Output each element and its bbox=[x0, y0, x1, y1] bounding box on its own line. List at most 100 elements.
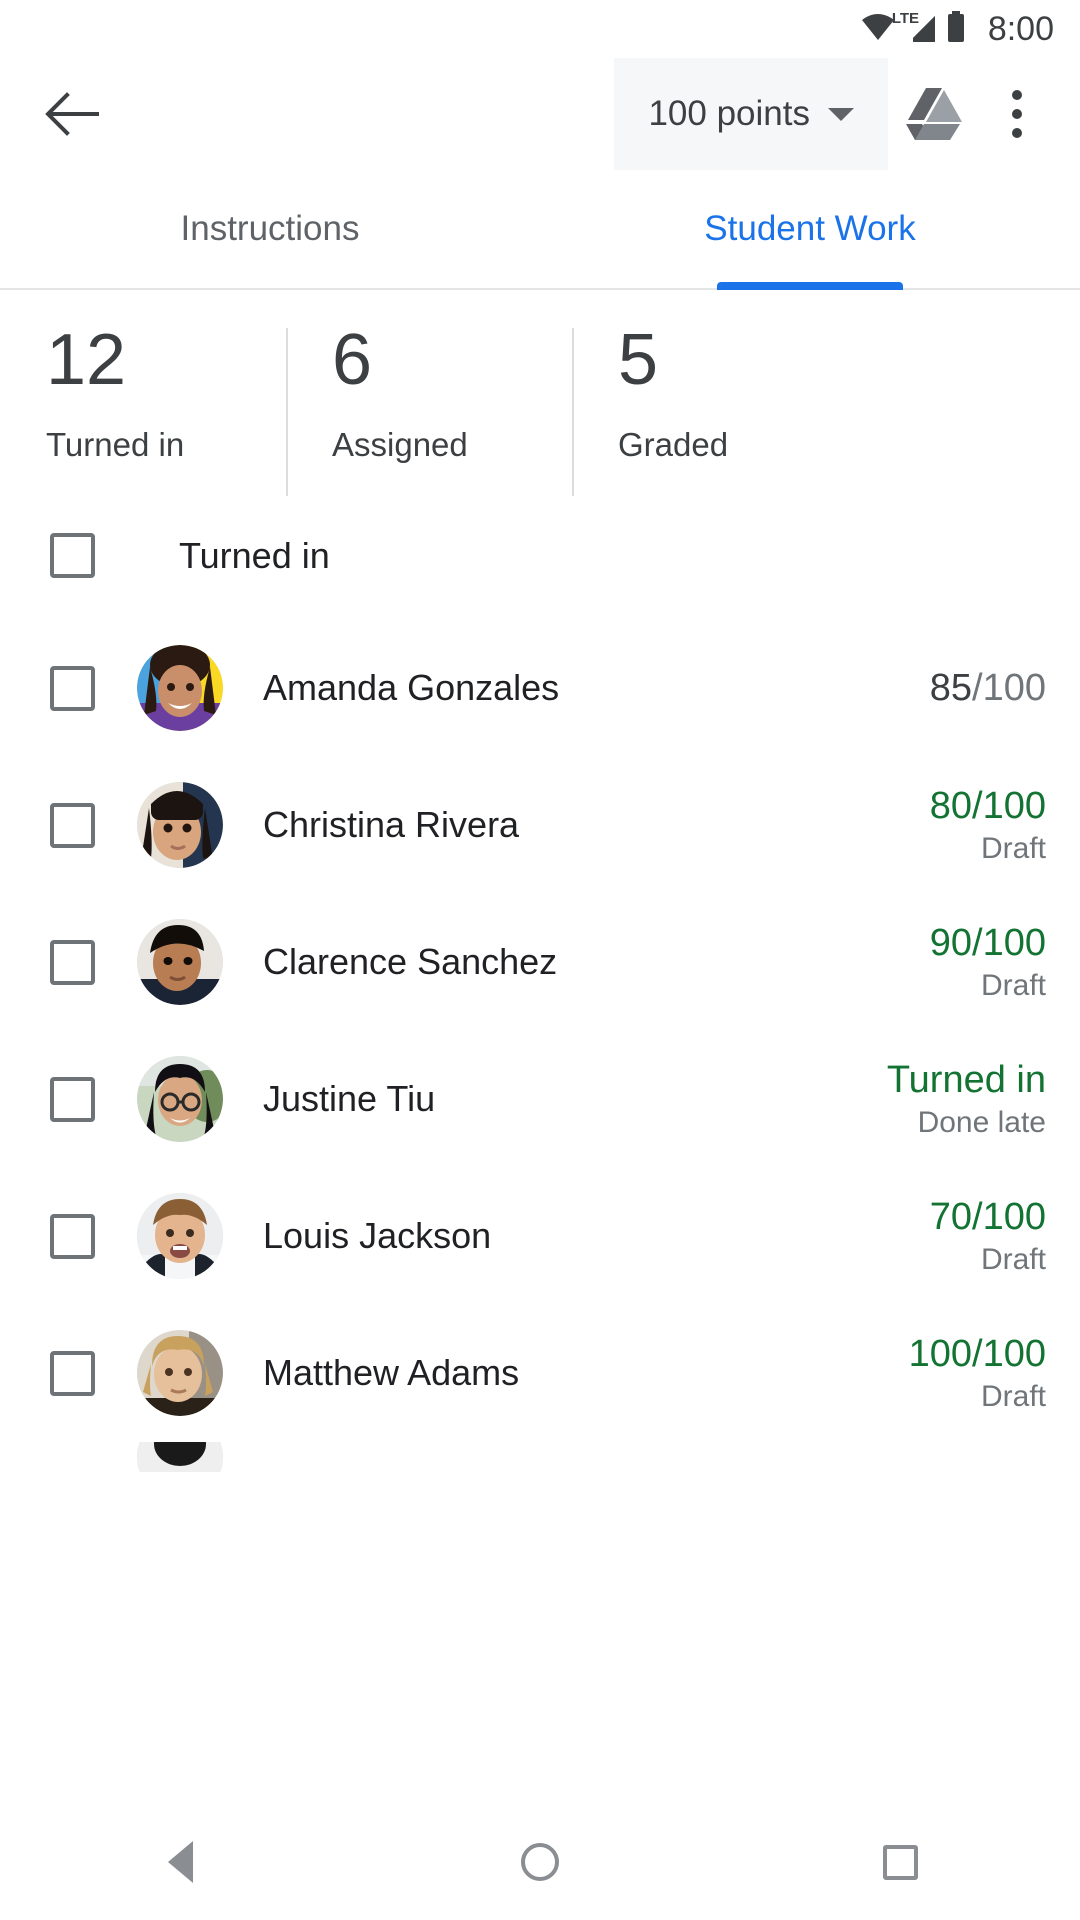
chevron-down-icon bbox=[828, 107, 854, 121]
grade-score: 70 bbox=[929, 1196, 973, 1239]
grade-value: 100/100 bbox=[909, 1333, 1046, 1376]
table-row[interactable] bbox=[0, 1441, 1080, 1472]
table-row[interactable]: Louis Jackson 70/100 Draft bbox=[0, 1168, 1080, 1305]
table-row[interactable]: Christina Rivera 80/100 Draft bbox=[0, 757, 1080, 894]
grade-status-sub: Draft bbox=[980, 968, 1046, 1002]
stat-turned-in-count: 12 bbox=[46, 320, 127, 400]
overflow-dot-icon bbox=[1012, 90, 1022, 100]
select-all-checkbox[interactable] bbox=[50, 533, 95, 579]
nav-home-button[interactable] bbox=[460, 1804, 620, 1920]
student-name: Justine Tiu bbox=[263, 1078, 436, 1120]
app-toolbar: 100 points bbox=[0, 58, 1080, 170]
grade-block[interactable]: 80/100 Draft bbox=[930, 785, 1046, 865]
section-header-turned-in[interactable]: Turned in bbox=[0, 492, 1080, 620]
avatar bbox=[137, 919, 223, 1006]
tab-instructions-label: Instructions bbox=[180, 209, 360, 248]
recents-square-icon bbox=[882, 1844, 918, 1880]
google-drive-button[interactable] bbox=[888, 68, 980, 160]
avatar bbox=[137, 1193, 223, 1280]
avatar bbox=[137, 782, 223, 869]
student-name: Clarence Sanchez bbox=[263, 941, 558, 983]
grade-score: 90 bbox=[929, 922, 973, 965]
student-name: Louis Jackson bbox=[263, 1215, 492, 1257]
overflow-menu-button[interactable] bbox=[980, 68, 1054, 160]
stat-graded-label: Graded bbox=[618, 425, 729, 463]
stat-divider bbox=[572, 328, 574, 496]
system-navigation-bar bbox=[0, 1804, 1080, 1920]
grade-denominator: /100 bbox=[972, 1196, 1046, 1239]
points-value: 100 points bbox=[648, 94, 810, 133]
table-row[interactable]: Matthew Adams 100/100 Draft bbox=[0, 1305, 1080, 1442]
stat-graded-count: 5 bbox=[618, 320, 659, 400]
grade-value: 70/100 bbox=[930, 1196, 1046, 1239]
status-bar-clock: 8:00 bbox=[987, 10, 1054, 48]
grade-denominator: /100 bbox=[972, 922, 1046, 965]
student-select-checkbox[interactable] bbox=[50, 802, 95, 848]
avatar bbox=[137, 1056, 223, 1143]
student-name: Christina Rivera bbox=[263, 804, 520, 846]
grade-score: 85 bbox=[929, 666, 973, 709]
grade-denominator: /100 bbox=[972, 1333, 1046, 1376]
tab-instructions[interactable]: Instructions bbox=[0, 170, 540, 288]
wifi-icon bbox=[860, 13, 896, 46]
avatar bbox=[137, 645, 223, 732]
grade-block[interactable]: 90/100 Draft bbox=[930, 922, 1046, 1002]
grade-denominator: /100 bbox=[972, 666, 1046, 709]
table-row[interactable]: Clarence Sanchez 90/100 Draft bbox=[0, 894, 1080, 1031]
table-row[interactable]: Justine Tiu Turned in Done late bbox=[0, 1031, 1080, 1168]
cellular-signal-icon: LTE bbox=[892, 11, 937, 44]
status-bar: LTE 8:00 bbox=[0, 0, 1080, 58]
stat-assigned-count: 6 bbox=[332, 320, 373, 400]
grade-value: 85/100 bbox=[930, 667, 1046, 710]
grade-status-sub: Draft bbox=[980, 831, 1046, 865]
tab-bar: Instructions Student Work bbox=[0, 170, 1080, 290]
active-tab-indicator bbox=[717, 282, 903, 290]
drive-icon bbox=[906, 88, 962, 140]
student-work-list: Amanda Gonzales 85/100 Christina Rivera … bbox=[0, 620, 1080, 1804]
stat-divider bbox=[286, 328, 288, 496]
student-select-checkbox[interactable] bbox=[50, 665, 95, 711]
status-icon-group: LTE bbox=[860, 10, 966, 48]
student-select-checkbox[interactable] bbox=[50, 1213, 95, 1259]
grade-block[interactable]: 85/100 bbox=[930, 667, 1046, 710]
stat-turned-in-label: Turned in bbox=[46, 425, 185, 463]
grade-block[interactable]: 100/100 Draft bbox=[909, 1333, 1046, 1413]
grade-value: 90/100 bbox=[930, 922, 1046, 965]
grade-status-sub: Draft bbox=[980, 1242, 1046, 1276]
grade-value: 80/100 bbox=[930, 785, 1046, 828]
back-button[interactable] bbox=[34, 75, 112, 153]
student-select-checkbox[interactable] bbox=[50, 1350, 95, 1396]
grade-block[interactable]: Turned in Done late bbox=[887, 1059, 1046, 1139]
stat-graded[interactable]: 5 Graded bbox=[572, 320, 858, 496]
student-name: Matthew Adams bbox=[263, 1352, 520, 1394]
grade-denominator: /100 bbox=[972, 785, 1046, 828]
table-row[interactable]: Amanda Gonzales 85/100 bbox=[0, 620, 1080, 757]
grade-status-sub: Draft bbox=[980, 1379, 1046, 1413]
nav-recents-button[interactable] bbox=[820, 1804, 980, 1920]
grade-status-sub: Done late bbox=[917, 1105, 1046, 1139]
back-triangle-icon bbox=[167, 1841, 193, 1883]
grade-score: Turned in bbox=[886, 1059, 1046, 1102]
stat-assigned[interactable]: 6 Assigned bbox=[286, 320, 572, 496]
avatar bbox=[137, 1330, 223, 1417]
overflow-dot-icon bbox=[1012, 128, 1022, 138]
summary-stats: 12 Turned in 6 Assigned 5 Graded bbox=[0, 290, 1080, 496]
battery-icon bbox=[946, 10, 966, 48]
points-selector[interactable]: 100 points bbox=[614, 58, 888, 170]
student-name: Amanda Gonzales bbox=[263, 667, 560, 709]
grade-score: 80 bbox=[929, 785, 973, 828]
tab-student-work-label: Student Work bbox=[704, 209, 916, 248]
student-select-checkbox[interactable] bbox=[50, 939, 95, 985]
avatar bbox=[137, 1441, 223, 1472]
app-screen: LTE 8:00 100 points Instructions Student… bbox=[0, 0, 1080, 1920]
home-circle-icon bbox=[521, 1843, 559, 1881]
student-select-checkbox[interactable] bbox=[50, 1076, 95, 1122]
grade-score: 100 bbox=[908, 1333, 973, 1376]
stat-turned-in[interactable]: 12 Turned in bbox=[0, 320, 286, 464]
tab-student-work[interactable]: Student Work bbox=[540, 170, 1080, 290]
section-header-label: Turned in bbox=[179, 534, 330, 576]
grade-value: Turned in bbox=[887, 1059, 1046, 1102]
network-type-label: LTE bbox=[891, 10, 920, 27]
nav-back-button[interactable] bbox=[100, 1804, 260, 1920]
grade-block[interactable]: 70/100 Draft bbox=[930, 1196, 1046, 1276]
